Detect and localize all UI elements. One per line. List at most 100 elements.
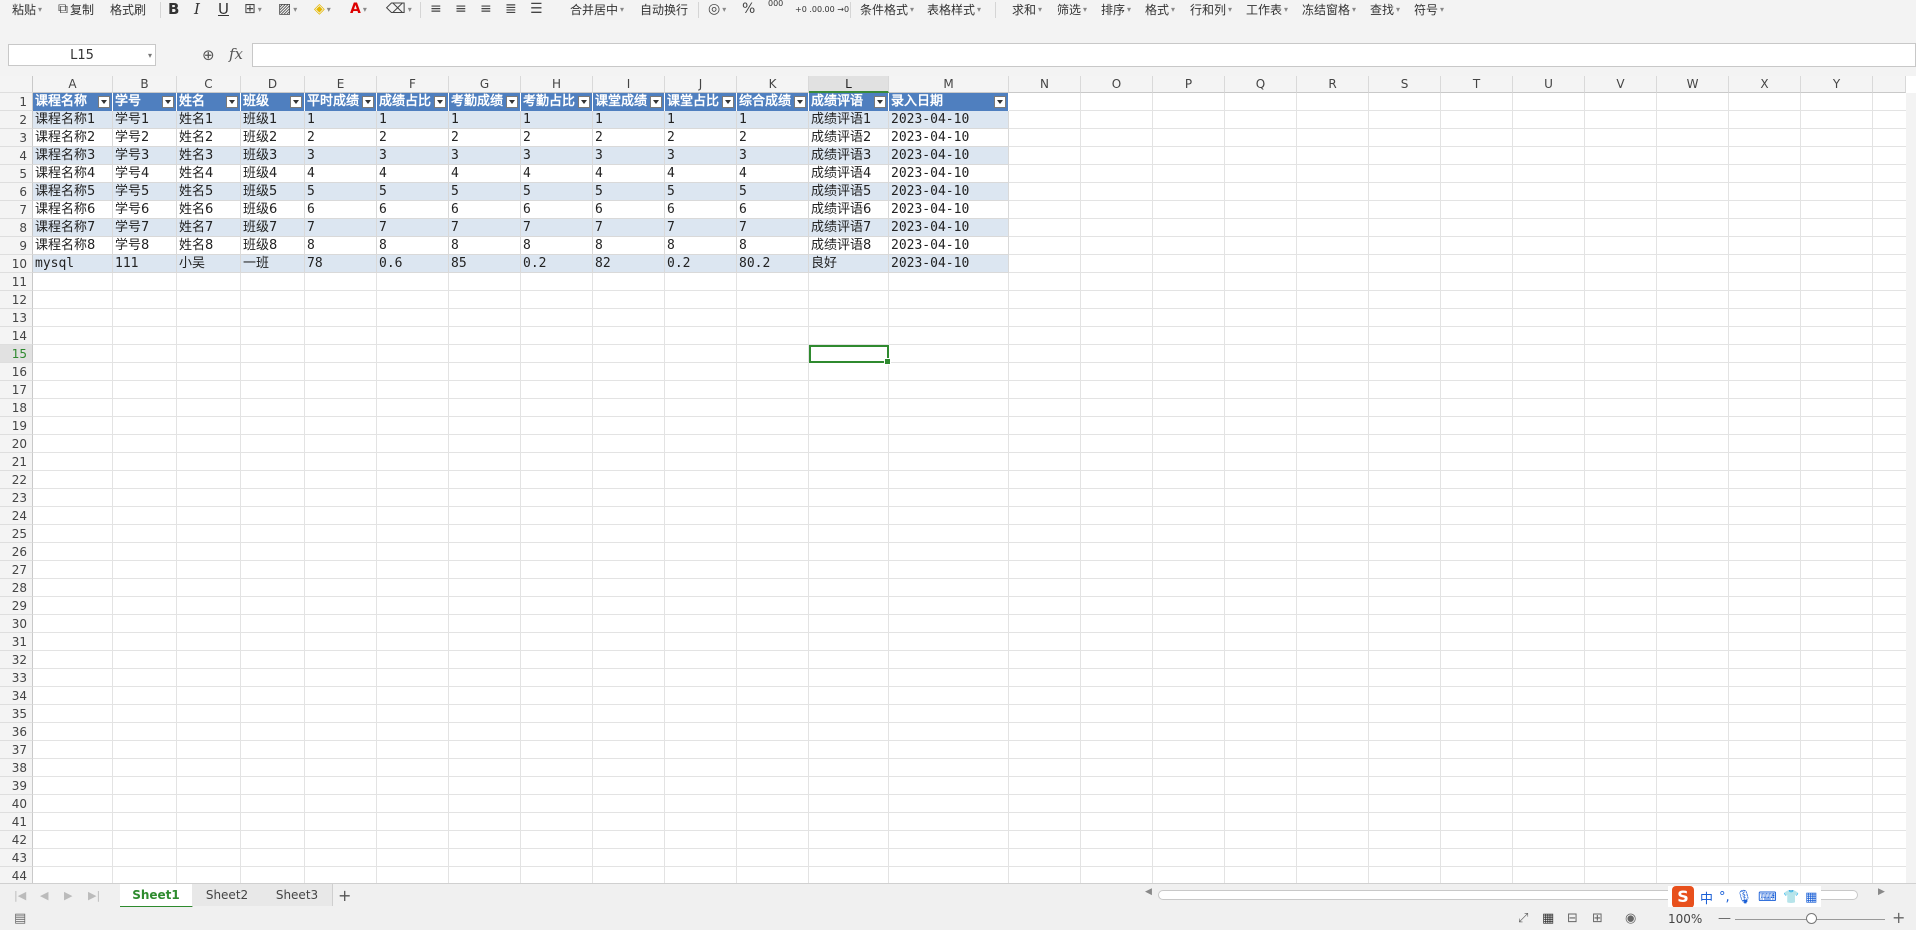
table-cell[interactable]: 2023-04-10 bbox=[889, 255, 1009, 273]
table-cell[interactable]: 学号5 bbox=[113, 183, 177, 201]
row-header-13[interactable]: 13 bbox=[0, 309, 33, 327]
align-center-button[interactable]: ≡ bbox=[455, 0, 467, 18]
table-cell[interactable]: 78 bbox=[305, 255, 377, 273]
table-cell[interactable]: 2023-04-10 bbox=[889, 219, 1009, 237]
table-cell[interactable]: 1 bbox=[377, 111, 449, 129]
table-cell[interactable]: 2 bbox=[521, 129, 593, 147]
filter-dropdown-icon[interactable] bbox=[994, 96, 1006, 108]
table-cell[interactable]: 4 bbox=[521, 165, 593, 183]
select-all-corner[interactable] bbox=[0, 76, 33, 93]
font-color-button[interactable]: A ▾ bbox=[350, 0, 367, 18]
table-cell[interactable]: 成绩评语6 bbox=[809, 201, 889, 219]
table-cell[interactable]: 成绩评语5 bbox=[809, 183, 889, 201]
table-cell[interactable]: 7 bbox=[665, 219, 737, 237]
column-header-b[interactable]: B bbox=[113, 76, 177, 93]
macro-icon[interactable]: ▤ bbox=[14, 911, 26, 926]
column-header-h[interactable]: H bbox=[521, 76, 593, 93]
row-header-43[interactable]: 43 bbox=[0, 849, 33, 867]
table-cell[interactable]: 成绩评语1 bbox=[809, 111, 889, 129]
justify-button[interactable]: ≣ bbox=[505, 0, 517, 18]
row-header-27[interactable]: 27 bbox=[0, 561, 33, 579]
table-cell[interactable]: 2 bbox=[665, 129, 737, 147]
table-cell[interactable]: 成绩评语8 bbox=[809, 237, 889, 255]
zoom-level[interactable]: 100% bbox=[1668, 912, 1702, 926]
column-header-t[interactable]: T bbox=[1441, 76, 1513, 93]
table-cell[interactable]: 4 bbox=[305, 165, 377, 183]
column-header-p[interactable]: P bbox=[1153, 76, 1225, 93]
column-header-l[interactable]: L bbox=[809, 76, 889, 93]
column-header-k[interactable]: K bbox=[737, 76, 809, 93]
table-cell[interactable]: 班级5 bbox=[241, 183, 305, 201]
table-cell[interactable]: 8 bbox=[521, 237, 593, 255]
column-header-q[interactable]: Q bbox=[1225, 76, 1297, 93]
row-header-11[interactable]: 11 bbox=[0, 273, 33, 291]
column-header-y[interactable]: Y bbox=[1801, 76, 1873, 93]
row-header-15[interactable]: 15 bbox=[0, 345, 33, 363]
last-sheet-icon[interactable]: ▶| bbox=[88, 889, 100, 902]
next-sheet-icon[interactable]: ▶ bbox=[64, 889, 72, 902]
table-cell[interactable]: 学号6 bbox=[113, 201, 177, 219]
ime-language[interactable]: 中 bbox=[1700, 888, 1713, 907]
eye-protection-icon[interactable]: ◉ bbox=[1625, 911, 1636, 926]
table-cell[interactable]: 8 bbox=[449, 237, 521, 255]
column-header-i[interactable]: I bbox=[593, 76, 665, 93]
table-cell[interactable]: 7 bbox=[305, 219, 377, 237]
name-box[interactable]: L15 ▾ bbox=[8, 44, 156, 66]
filter-dropdown-icon[interactable] bbox=[578, 96, 590, 108]
table-cell[interactable]: 2023-04-10 bbox=[889, 165, 1009, 183]
table-cell[interactable]: 班级3 bbox=[241, 147, 305, 165]
table-cell[interactable]: 4 bbox=[665, 165, 737, 183]
table-cell[interactable]: 成绩评语2 bbox=[809, 129, 889, 147]
table-cell[interactable]: 姓名2 bbox=[177, 129, 241, 147]
filter-dropdown-icon[interactable] bbox=[794, 96, 806, 108]
table-cell[interactable]: 6 bbox=[665, 201, 737, 219]
table-cell[interactable]: 班级8 bbox=[241, 237, 305, 255]
table-cell[interactable]: 3 bbox=[377, 147, 449, 165]
table-cell[interactable]: 学号7 bbox=[113, 219, 177, 237]
table-cell[interactable]: 一班 bbox=[241, 255, 305, 273]
conditional-format-button[interactable]: 条件格式 ▾ bbox=[860, 0, 914, 18]
table-cell[interactable]: 2023-04-10 bbox=[889, 237, 1009, 255]
increase-decimal-button[interactable]: +0 .00 bbox=[795, 0, 822, 18]
vertical-scrollbar[interactable] bbox=[1906, 93, 1916, 883]
table-cell[interactable]: 8 bbox=[737, 237, 809, 255]
table-cell[interactable]: 7 bbox=[521, 219, 593, 237]
table-cell[interactable]: 姓名5 bbox=[177, 183, 241, 201]
row-header-17[interactable]: 17 bbox=[0, 381, 33, 399]
table-cell[interactable]: 3 bbox=[305, 147, 377, 165]
decrease-decimal-button[interactable]: .00 →0 bbox=[822, 0, 849, 18]
find-button[interactable]: 查找 ▾ bbox=[1370, 0, 1400, 18]
table-cell[interactable]: 2 bbox=[449, 129, 521, 147]
table-cell[interactable]: 6 bbox=[521, 201, 593, 219]
tab-sheet2[interactable]: Sheet2 bbox=[192, 884, 263, 906]
table-cell[interactable]: 课程名称3 bbox=[33, 147, 113, 165]
keyboard-icon[interactable]: ⌨ bbox=[1758, 890, 1777, 905]
table-cell[interactable]: 2023-04-10 bbox=[889, 129, 1009, 147]
row-header-34[interactable]: 34 bbox=[0, 687, 33, 705]
row-header-24[interactable]: 24 bbox=[0, 507, 33, 525]
italic-button[interactable]: I bbox=[194, 0, 200, 18]
sogou-logo-icon[interactable]: S bbox=[1672, 886, 1694, 908]
table-cell[interactable]: 5 bbox=[521, 183, 593, 201]
skin-icon[interactable]: 👕 bbox=[1783, 890, 1799, 905]
table-cell[interactable]: 7 bbox=[449, 219, 521, 237]
table-cell[interactable]: 课程名称5 bbox=[33, 183, 113, 201]
table-cell[interactable]: 8 bbox=[305, 237, 377, 255]
table-cell[interactable]: 5 bbox=[665, 183, 737, 201]
copy-button[interactable]: ⧉ 复制 bbox=[58, 0, 94, 18]
table-cell[interactable]: 2023-04-10 bbox=[889, 111, 1009, 129]
column-header-m[interactable]: M bbox=[889, 76, 1009, 93]
row-header-21[interactable]: 21 bbox=[0, 453, 33, 471]
table-cell[interactable]: 3 bbox=[665, 147, 737, 165]
table-cell[interactable]: 1 bbox=[665, 111, 737, 129]
filter-dropdown-icon[interactable] bbox=[98, 96, 110, 108]
table-cell[interactable]: 3 bbox=[521, 147, 593, 165]
sum-button[interactable]: 求和 ▾ bbox=[1012, 0, 1042, 18]
table-cell[interactable]: 5 bbox=[593, 183, 665, 201]
row-header-33[interactable]: 33 bbox=[0, 669, 33, 687]
column-header-d[interactable]: D bbox=[241, 76, 305, 93]
table-cell[interactable]: 1 bbox=[593, 111, 665, 129]
table-cell[interactable]: 成绩评语4 bbox=[809, 165, 889, 183]
table-cell[interactable]: 2023-04-10 bbox=[889, 201, 1009, 219]
filter-dropdown-icon[interactable] bbox=[290, 96, 302, 108]
